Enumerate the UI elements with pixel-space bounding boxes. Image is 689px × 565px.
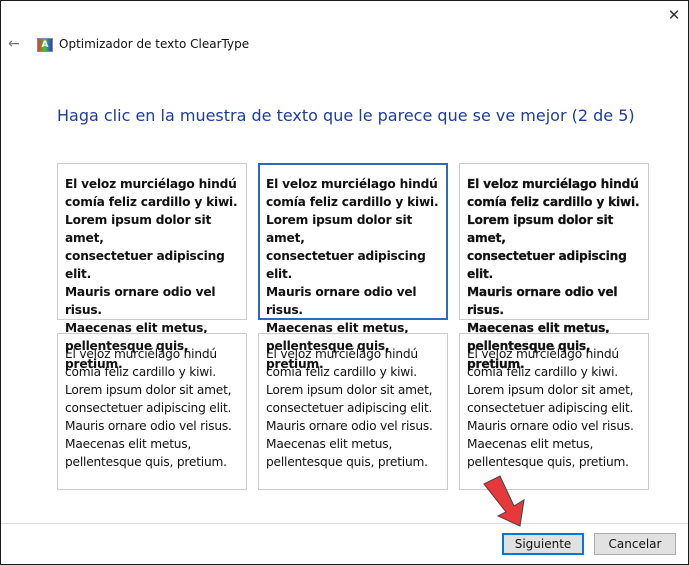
- text-sample-6[interactable]: El veloz murciélago hindú comía feliz ca…: [459, 333, 649, 490]
- annotation-arrow-icon: [483, 475, 525, 527]
- window-title: Optimizador de texto ClearType: [59, 37, 250, 51]
- text-sample-3[interactable]: El veloz murciélago hindú comía feliz ca…: [459, 163, 649, 371]
- text-sample-5[interactable]: El veloz murciélago hindú comía feliz ca…: [258, 333, 448, 490]
- close-icon[interactable]: ✕: [664, 5, 684, 25]
- back-arrow-icon[interactable]: ←: [8, 36, 20, 52]
- text-sample-1[interactable]: El veloz murciélago hindú comía feliz ca…: [57, 163, 247, 371]
- text-sample-2[interactable]: El veloz murciélago hindú comía feliz ca…: [258, 163, 448, 371]
- cancel-button[interactable]: Cancelar: [594, 533, 676, 555]
- next-button[interactable]: Siguiente: [502, 533, 584, 555]
- text-sample-4[interactable]: El veloz murciélago hindú comía feliz ca…: [57, 333, 247, 490]
- page-heading: Haga clic en la muestra de texto que le …: [57, 106, 635, 125]
- cleartype-app-icon: A: [37, 38, 53, 52]
- footer-divider: [1, 523, 688, 524]
